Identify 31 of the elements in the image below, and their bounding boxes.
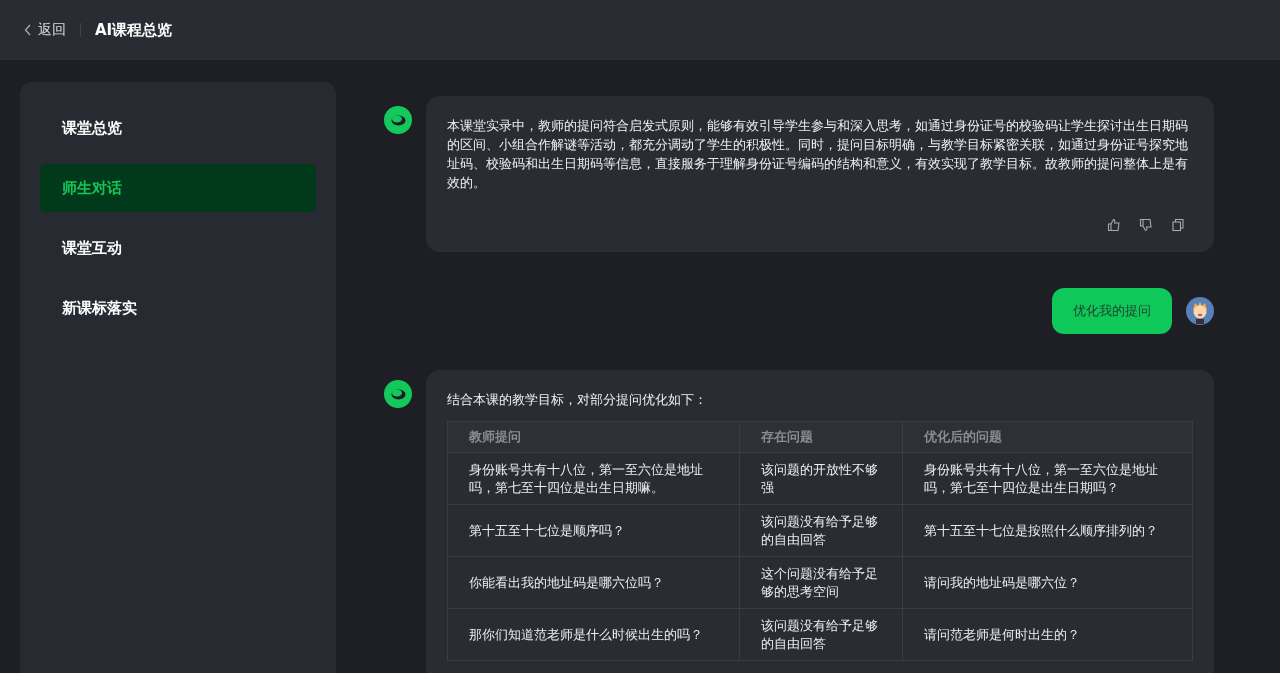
table-cell: 该问题没有给予足够的自由回答 (739, 504, 903, 557)
copy-icon[interactable] (1171, 218, 1185, 232)
chevron-left-icon (24, 24, 32, 36)
assistant-logo-icon (384, 380, 412, 408)
sidebar-item[interactable]: 课堂互动 (40, 224, 316, 272)
table-cell: 第十五至十七位是按照什么顺序排列的？ (902, 504, 1193, 557)
table-cell: 身份账号共有十八位，第一至六位是地址吗，第七至十四位是出生日期嘛。 (447, 452, 740, 505)
message-text: 结合本课的教学目标，对部分提问优化如下： (447, 391, 708, 409)
sidebar-item[interactable]: 新课标落实 (40, 284, 316, 332)
table-cell: 那你们知道范老师是什么时候出生的吗？ (447, 608, 740, 661)
table-cell: 请问我的地址码是哪六位？ (902, 556, 1193, 609)
table-cell: 请问范老师是何时出生的？ (902, 608, 1193, 661)
table-cell: 身份账号共有十八位，第一至六位是地址吗，第七至十四位是出生日期吗？ (902, 452, 1193, 505)
back-button[interactable]: 返回 (24, 21, 66, 39)
sidebar-item[interactable]: 课堂总览 (40, 104, 316, 152)
table-cell: 该问题的开放性不够强 (739, 452, 903, 505)
user-message: 优化我的提问 (1052, 288, 1172, 334)
message-text: 本课堂实录中，教师的提问符合启发式原则，能够有效引导学生参与和深入思考，如通过身份证号的校验码让学生探讨出生日期码的区间、小组合作解谜等活动，都充分调动了学生的积极性。同时，提问目标明确，与教学目标紧密关联，如通过身份证号探究地址码、校验码和出生日期码等信息，直接服务于理解身份证号编码的结构和意义，有效实现了教学目标。故教师的提问整体上是有效的。 (447, 117, 1189, 192)
avatar-icon (1186, 297, 1214, 325)
page-title: AI课程总览 (95, 20, 173, 40)
assistant-logo-icon (384, 106, 412, 134)
table-cell: 该问题没有给予足够的自由回答 (739, 608, 903, 661)
column-header: 优化后的问题 (902, 421, 1193, 453)
table-cell: 这个问题没有给予足够的思考空间 (739, 556, 903, 609)
table-cell: 你能看出我的地址码是哪六位吗？ (447, 556, 740, 609)
column-header: 存在问题 (739, 421, 903, 453)
sidebar-item[interactable]: 师生对话 (40, 164, 316, 212)
thumbs-up-icon[interactable] (1107, 218, 1121, 232)
table-cell: 第十五至十七位是顺序吗？ (447, 504, 740, 557)
column-header: 教师提问 (447, 421, 740, 453)
thumbs-down-icon[interactable] (1139, 218, 1153, 232)
